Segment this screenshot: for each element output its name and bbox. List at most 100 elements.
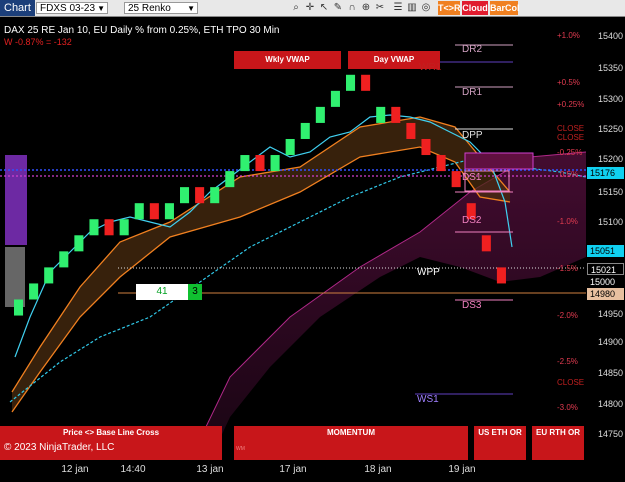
pct-minus-3: -3.0%	[557, 403, 578, 412]
search-icon[interactable]: ⌕	[290, 2, 302, 14]
price-tick: 15400	[597, 31, 623, 41]
pct-minus-25: -2.5%	[557, 357, 578, 366]
dr2-label: DR2	[462, 44, 483, 55]
time-tick: 12 jan	[61, 464, 89, 475]
renko-brick	[300, 122, 310, 139]
pct-minus-2: -2.0%	[557, 311, 578, 320]
ds2-label: DS2	[462, 215, 482, 226]
counter-box-left: 41	[136, 284, 188, 300]
renko-brick	[496, 267, 506, 284]
dr1-label: DR1	[462, 87, 483, 98]
renko-brick	[210, 187, 220, 204]
time-tick: 17 jan	[279, 464, 307, 475]
renko-brick	[44, 267, 54, 284]
close-label-2: CLOSE	[557, 133, 585, 142]
weekly-change: W -0.87% = -132	[4, 37, 72, 47]
price-tick: 14900	[597, 337, 623, 347]
price-tick: 15350	[597, 63, 623, 73]
pencil-icon[interactable]: ✎	[332, 2, 344, 14]
ws1-label: WS1	[417, 394, 439, 405]
eu-rth-or-banner: EU RTH OR	[532, 426, 584, 460]
momentum-label: MOMENTUM	[327, 428, 375, 437]
time-tick: 14:40	[120, 464, 146, 475]
volume-profile-grey	[5, 247, 25, 307]
chart-panel[interactable]: DAX 25 RE Jan 10, EU Daily % from 0.25%,…	[0, 17, 586, 460]
crosshair-icon[interactable]: ✛	[304, 2, 316, 14]
renko-brick	[119, 219, 129, 236]
target-icon[interactable]: ◎	[420, 2, 432, 14]
chart-header: DAX 25 RE Jan 10, EU Daily % from 0.25%,…	[4, 25, 280, 36]
time-tick: 19 jan	[448, 464, 476, 475]
renko-brick	[391, 106, 401, 123]
price-label-15000: 15000	[587, 276, 624, 288]
price-tick: 15100	[597, 217, 623, 227]
renko-brick	[195, 187, 205, 204]
price-label-14980: 14980	[587, 288, 624, 300]
price-tick: 15250	[597, 124, 623, 134]
zoom-icon[interactable]: ⊕	[360, 2, 372, 14]
pct-plus-1: +1.0%	[557, 31, 580, 40]
momentum-banner: MOMENTUM	[234, 426, 468, 460]
watermark-text: WM	[236, 446, 245, 452]
price-tick: 15300	[597, 94, 623, 104]
eu-rth-or-label: EU RTH OR	[536, 428, 580, 437]
renko-brick	[451, 171, 461, 188]
price-tick: 14800	[597, 399, 623, 409]
tr-button[interactable]: T<>R	[438, 1, 461, 15]
close-label-3: CLOSE	[557, 378, 585, 387]
close-label-1: CLOSE	[557, 124, 585, 133]
price-tick: 15150	[597, 187, 623, 197]
scissors-icon[interactable]: ✂	[374, 2, 386, 14]
bar-type-selector[interactable]: 25 Renko ▼	[124, 2, 198, 14]
renko-brick	[14, 299, 24, 316]
price-tick: 14850	[597, 368, 623, 378]
pointer-icon[interactable]: ↖	[318, 2, 330, 14]
price-baseline-cross-label: Price <> Base Line Cross	[62, 428, 160, 437]
pct-minus-025: -0.25%	[557, 148, 583, 157]
renko-brick	[421, 138, 431, 156]
renko-brick	[74, 235, 84, 252]
pct-plus-05: +0.5%	[557, 78, 580, 87]
chart-plot[interactable]	[0, 17, 586, 460]
renko-brick	[481, 235, 491, 252]
pct-plus-025: +0.25%	[557, 100, 585, 109]
magnet-icon[interactable]: ∩	[346, 2, 358, 14]
chart-icon[interactable]: ▥	[406, 2, 418, 14]
renko-brick	[59, 251, 69, 268]
renko-brick	[361, 74, 371, 91]
chevron-down-icon: ▼	[187, 4, 195, 13]
time-tick: 13 jan	[196, 464, 224, 475]
renko-brick	[346, 74, 356, 91]
renko-brick	[149, 203, 159, 220]
list-icon[interactable]: ☰	[392, 2, 404, 14]
us-eth-or-label: US ETH OR	[478, 428, 522, 437]
price-label-15021: 15021	[587, 263, 624, 275]
chart-toolbar: Chart FDXS 03-23 ▼ 25 Renko ▼ ⌕ ✛ ↖ ✎ ∩ ⊕ …	[0, 0, 625, 17]
renko-brick	[29, 283, 39, 300]
renko-brick	[134, 203, 144, 220]
window-title: Chart	[0, 0, 35, 16]
chevron-down-icon: ▼	[97, 4, 105, 13]
price-axis[interactable]: 15400 15350 15300 15250 15200 15150 1510…	[586, 17, 625, 460]
renko-brick	[225, 171, 235, 188]
pct-minus-05: 0.5%	[560, 170, 579, 179]
copyright-text: © 2023 NinjaTrader, LLC	[4, 442, 115, 453]
dpp-label: DPP	[462, 130, 483, 141]
renko-brick	[240, 155, 250, 172]
renko-brick	[164, 203, 174, 220]
barcol-button[interactable]: BarCol	[490, 1, 520, 15]
wkly-vwap-banner: Wkly VWAP	[234, 51, 341, 69]
instrument-selector[interactable]: FDXS 03-23 ▼	[36, 2, 108, 14]
ds1-label: DS1	[462, 172, 482, 183]
pct-minus-15: -1.5%	[557, 264, 578, 273]
time-axis[interactable]: 12 jan 14:40 13 jan 17 jan 18 jan 19 jan	[0, 460, 586, 482]
renko-brick	[270, 155, 280, 172]
price-tick: 14950	[597, 309, 623, 319]
renko-brick	[406, 122, 416, 139]
magenta-zone-box	[464, 152, 534, 170]
renko-brick	[330, 90, 340, 107]
instrument-value: FDXS 03-23	[40, 3, 96, 14]
cloud-button[interactable]: Cloud	[462, 1, 488, 15]
current-price-label: 15176	[587, 167, 624, 179]
renko-brick	[255, 155, 265, 172]
